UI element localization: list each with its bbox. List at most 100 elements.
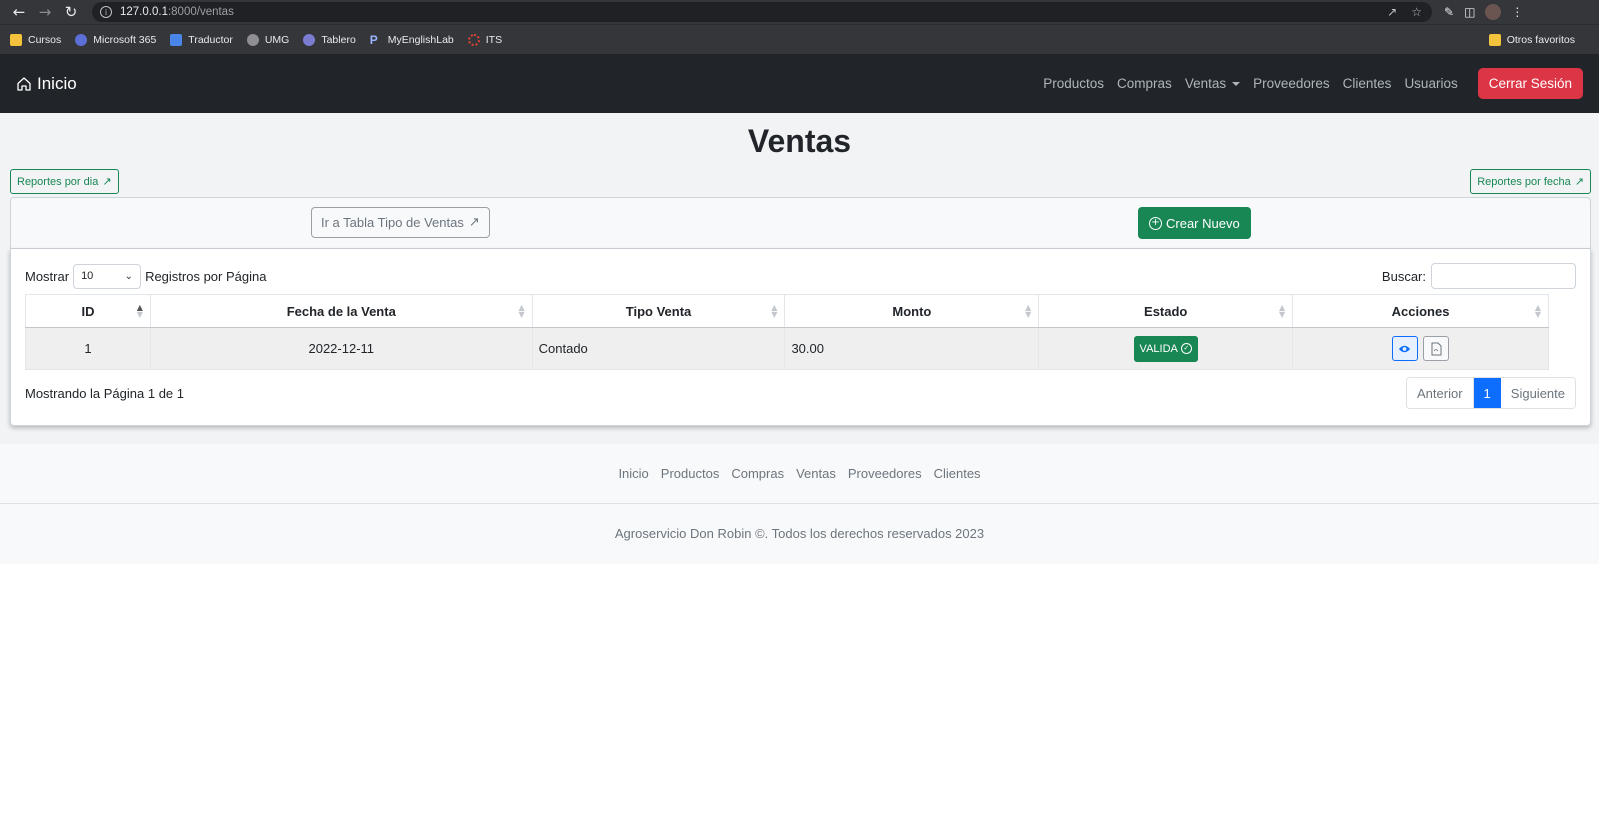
bookmark-star-icon[interactable]: ☆ xyxy=(1411,5,1422,19)
create-new-button[interactable]: + Crear Nuevo xyxy=(1138,207,1251,239)
microsoft-365-icon xyxy=(75,33,88,46)
status-label: VALIDA xyxy=(1139,342,1178,355)
footer-nav: Inicio Productos Compras Ventas Proveedo… xyxy=(0,444,1599,504)
column-header-acciones[interactable]: Acciones ▲ ▼ xyxy=(1292,294,1549,328)
its-icon xyxy=(467,33,480,46)
footer-link-proveedores[interactable]: Proveedores xyxy=(848,466,922,481)
bookmark-label: Traductor xyxy=(188,33,233,46)
sort-icon: ▲ ▼ xyxy=(136,303,143,319)
browser-toolbar: ← → ↻ i 127.0.0.1:8000/ventas ↗ ☆ ✎ ◫ ⋮ xyxy=(0,0,1599,24)
pearson-icon: P xyxy=(369,32,378,47)
share-icon[interactable]: ↗ xyxy=(1387,5,1397,19)
column-header-estado[interactable]: Estado ▲ ▼ xyxy=(1038,294,1294,328)
table-controls: Mostrar 10 ⌄ Registros por Página Buscar: xyxy=(25,263,1576,289)
footer-link-productos[interactable]: Productos xyxy=(661,466,720,481)
table-row: 1 2022-12-11 Contado 30.00 VALIDA ✓ xyxy=(25,327,1549,370)
external-link-icon: ↗ xyxy=(468,215,480,230)
home-icon xyxy=(17,76,31,91)
report-by-day-label: Reportes por dia xyxy=(17,175,99,188)
page-title: Ventas xyxy=(747,123,852,159)
nav-productos[interactable]: Productos xyxy=(1043,76,1104,91)
status-badge: VALIDA ✓ xyxy=(1133,335,1198,362)
bookmark-its[interactable]: ITS xyxy=(467,33,503,46)
external-link-icon: ↗ xyxy=(102,175,112,188)
app-navbar: Inicio Productos Compras Ventas Proveedo… xyxy=(0,54,1599,113)
report-by-date-button[interactable]: Reportes por fecha ↗ xyxy=(1470,169,1591,194)
page-size-value: 10 xyxy=(81,270,94,282)
column-header-fecha[interactable]: Fecha de la Venta ▲ ▼ xyxy=(149,294,533,328)
umg-icon xyxy=(246,33,259,46)
footer-link-compras[interactable]: Compras xyxy=(731,466,784,481)
site-info-icon[interactable]: i xyxy=(100,6,112,18)
footer-link-ventas[interactable]: Ventas xyxy=(796,466,836,481)
brand-label: Inicio xyxy=(37,73,77,93)
bookmark-cursos[interactable]: Cursos xyxy=(10,33,62,46)
nav-clientes[interactable]: Clientes xyxy=(1343,76,1392,91)
tablero-icon xyxy=(303,33,316,46)
bookmark-otros-favoritos[interactable]: Otros favoritos xyxy=(1488,33,1575,46)
per-page-label: Registros por Página xyxy=(145,268,267,284)
table-header-row: ID ▲ ▼ Fecha de la Venta ▲ ▼ Tipo Venta ▲ ▼ Mo… xyxy=(25,294,1549,328)
nav-ventas-dropdown[interactable]: Ventas xyxy=(1184,76,1241,91)
nav-ventas-label: Ventas xyxy=(1184,76,1227,91)
pagination-previous[interactable]: Anterior xyxy=(1407,378,1474,408)
bookmarks-bar: Cursos Microsoft 365 Traductor UMG Table… xyxy=(0,24,1599,54)
bookmark-label: ITS xyxy=(485,33,503,46)
footer-link-clientes[interactable]: Clientes xyxy=(934,466,981,481)
sort-icon: ▲ ▼ xyxy=(1534,303,1541,319)
nav-usuarios[interactable]: Usuarios xyxy=(1404,76,1457,91)
menu-icon[interactable]: ⋮ xyxy=(1511,5,1523,19)
extensions-icon[interactable]: ✎ xyxy=(1444,5,1454,19)
forward-icon[interactable]: → xyxy=(34,1,56,23)
caret-down-icon xyxy=(1232,81,1241,86)
back-icon[interactable]: ← xyxy=(8,1,30,23)
pagination: Anterior 1 Siguiente xyxy=(1406,377,1576,409)
logout-button[interactable]: Cerrar Sesión xyxy=(1477,68,1583,99)
page-size-select[interactable]: 10 ⌄ xyxy=(73,263,142,289)
column-header-id[interactable]: ID ▲ ▼ xyxy=(25,294,151,328)
bookmark-umg[interactable]: UMG xyxy=(246,33,290,46)
bookmark-label: MyEnglishLab xyxy=(387,33,454,46)
column-header-label: Estado xyxy=(1144,303,1188,319)
folder-icon xyxy=(1488,33,1501,46)
chevron-down-icon: ⌄ xyxy=(124,270,134,282)
bookmark-label: Tablero xyxy=(321,33,356,46)
tipo-ventas-button[interactable]: Ir a Tabla Tipo de Ventas ↗ xyxy=(311,207,490,238)
footer-link-inicio[interactable]: Inicio xyxy=(618,466,648,481)
column-header-label: Tipo Venta xyxy=(625,303,692,319)
cell-monto: 30.00 xyxy=(784,327,1040,370)
file-pdf-icon xyxy=(1431,342,1442,355)
column-header-monto[interactable]: Monto ▲ ▼ xyxy=(784,294,1040,328)
card-body: Mostrar 10 ⌄ Registros por Página Buscar:… xyxy=(10,249,1591,426)
bookmark-myenglishlab[interactable]: P MyEnglishLab xyxy=(370,34,454,46)
cell-estado: VALIDA ✓ xyxy=(1038,327,1294,370)
bookmark-label: UMG xyxy=(264,33,290,46)
side-panel-icon[interactable]: ◫ xyxy=(1464,5,1475,19)
address-bar[interactable]: i 127.0.0.1:8000/ventas ↗ ☆ xyxy=(92,2,1432,22)
translate-icon xyxy=(170,33,183,46)
cell-tipo: Contado xyxy=(531,327,786,370)
nav-proveedores[interactable]: Proveedores xyxy=(1253,76,1330,91)
bookmark-tablero[interactable]: Tablero xyxy=(303,33,356,46)
footer-copyright: Agroservicio Don Robin ©. Todos los dere… xyxy=(614,526,985,541)
report-by-day-button[interactable]: Reportes por dia ↗ xyxy=(10,169,119,194)
external-link-icon: ↗ xyxy=(1574,175,1584,188)
column-header-tipo[interactable]: Tipo Venta ▲ ▼ xyxy=(531,294,786,328)
brand-link[interactable]: Inicio xyxy=(16,74,77,94)
pdf-button[interactable] xyxy=(1423,336,1450,361)
pagination-page-1[interactable]: 1 xyxy=(1473,378,1501,408)
pagination-next[interactable]: Siguiente xyxy=(1500,378,1575,408)
cell-acciones xyxy=(1292,327,1549,370)
table-info: Mostrando la Página 1 de 1 xyxy=(25,385,184,401)
bookmark-label: Cursos xyxy=(28,33,62,46)
bookmark-traductor[interactable]: Traductor xyxy=(170,33,233,46)
reload-icon[interactable]: ↻ xyxy=(60,1,82,23)
bookmark-label: Microsoft 365 xyxy=(93,33,157,46)
bookmark-microsoft-365[interactable]: Microsoft 365 xyxy=(75,33,157,46)
view-button[interactable] xyxy=(1391,336,1418,361)
search-label: Buscar: xyxy=(1381,268,1426,284)
nav-compras[interactable]: Compras xyxy=(1117,76,1172,91)
sort-icon: ▲ ▼ xyxy=(771,303,778,319)
search-input[interactable] xyxy=(1431,263,1576,289)
profile-avatar[interactable] xyxy=(1485,4,1502,20)
